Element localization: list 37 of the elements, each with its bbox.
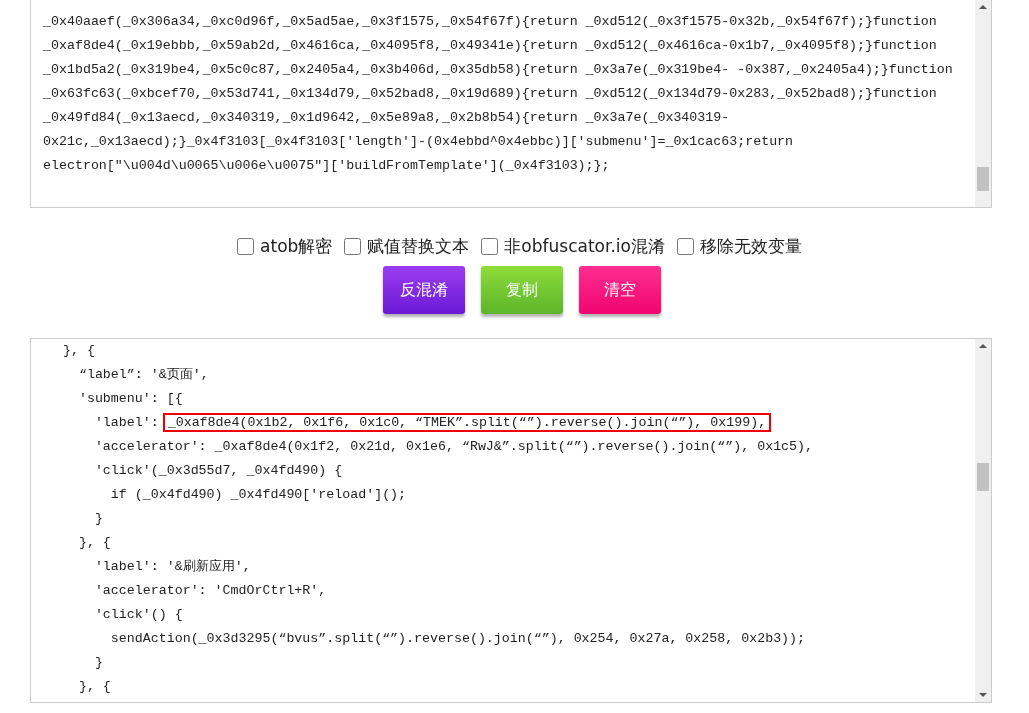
code-line: }, {	[61, 341, 96, 360]
code-line: }, {	[77, 533, 112, 552]
code-input-area[interactable]	[30, 0, 992, 208]
code-line: _0x63fc63(_0xbcef70,_0x53d741,_0x134d79,_0x52bad8,_0x19d689){return _0xd512(_0x134d79-0x283,_0x52bad8);}function	[43, 85, 938, 103]
code-line: 'accelerator': 'CmdOrCtrl+R',	[93, 581, 328, 600]
code-line: 'click'() {	[93, 605, 184, 624]
scrollbar[interactable]	[975, 0, 991, 207]
checkbox-label[interactable]: 移除无效变量	[699, 234, 802, 260]
highlighted-code: _0xaf8de4(0x1b2, 0x1f6, 0x1c0, “TMEK”.split(“”).reverse().join(“”), 0x199),	[162, 412, 772, 432]
code-text: 'label':	[93, 414, 160, 430]
code-line: _0x1bd5a2(_0x319be4,_0x5c0c87,_0x2405a4,_0x3b406d,_0x35db58){return _0x3a7e(_0x319be4- -0x387,_0x2405a4);}function	[43, 61, 954, 79]
code-line: _0x40aaef(_0x306a34,_0xc0d96f,_0x5ad5ae,_0x3f1575,_0x54f67f){return _0xd512(_0x3f1575-0x32b,_0x54f67f);}function	[43, 13, 938, 31]
clear-button[interactable]: 清空	[578, 265, 661, 314]
code-line: electron["\u004d\u0065\u006e\u0075"]['buildFromTemplate'](_0x4f3103);};	[43, 157, 611, 175]
code-line: 'click'(_0x3d55d7, _0x4fd490) {	[93, 461, 344, 480]
code-line: sendAction(_0x3d3295(“bvus”.split(“”).reverse().join(“”), 0x254, 0x27a, 0x258, 0x2b3));	[109, 629, 807, 648]
code-line: }	[93, 509, 104, 528]
code-line: if (_0x4fd490) _0x4fd490['reload']();	[109, 485, 408, 504]
code-line: 'accelerator': _0xaf8de4(0x1f2, 0x21d, 0x1e6, “RwJ&”.split(“”).reverse().join(“”), 0x1c5),	[93, 437, 815, 456]
code-line: _0x49fd84(_0x13aecd,_0x340319,_0x1d9642,_0x5e89a8,_0x2b8b54){return _0x3a7e(_0x340319-	[43, 109, 731, 127]
code-line: }, {	[77, 677, 112, 696]
checkbox-label[interactable]: atob解密	[260, 234, 333, 260]
checkbox[interactable]	[676, 238, 694, 256]
checkbox[interactable]	[344, 238, 362, 256]
code-line: “label”: '&页面',	[77, 365, 210, 384]
code-line: 'submenu': [{	[77, 389, 184, 408]
code-line: }	[93, 653, 104, 672]
code-line: 'label': '&刷新应用',	[93, 557, 252, 576]
checkbox[interactable]	[237, 238, 255, 256]
code-line: _0xaf8de4(_0x19ebbb,_0x59ab2d,_0x4616ca,_0x4095f8,_0x49341e){return _0xd512(_0x4616ca-0x1b7,_0x4095f8);}function	[43, 37, 938, 55]
scrollbar[interactable]	[975, 338, 991, 702]
checkbox-label[interactable]: 赋值替换文本	[367, 234, 470, 260]
code-output-area[interactable]	[30, 337, 992, 703]
deobfuscate-button[interactable]: 反混淆	[382, 265, 465, 314]
code-line: 0x21c,_0x13aecd);}_0x4f3103[_0x4f3103['length']-(0x4ebbd^0x4ebbc)]['submenu']=_0x1cac63;return	[43, 133, 795, 151]
checkbox-label[interactable]: 非obfuscator.io混淆	[504, 234, 665, 260]
checkbox[interactable]	[481, 238, 499, 256]
